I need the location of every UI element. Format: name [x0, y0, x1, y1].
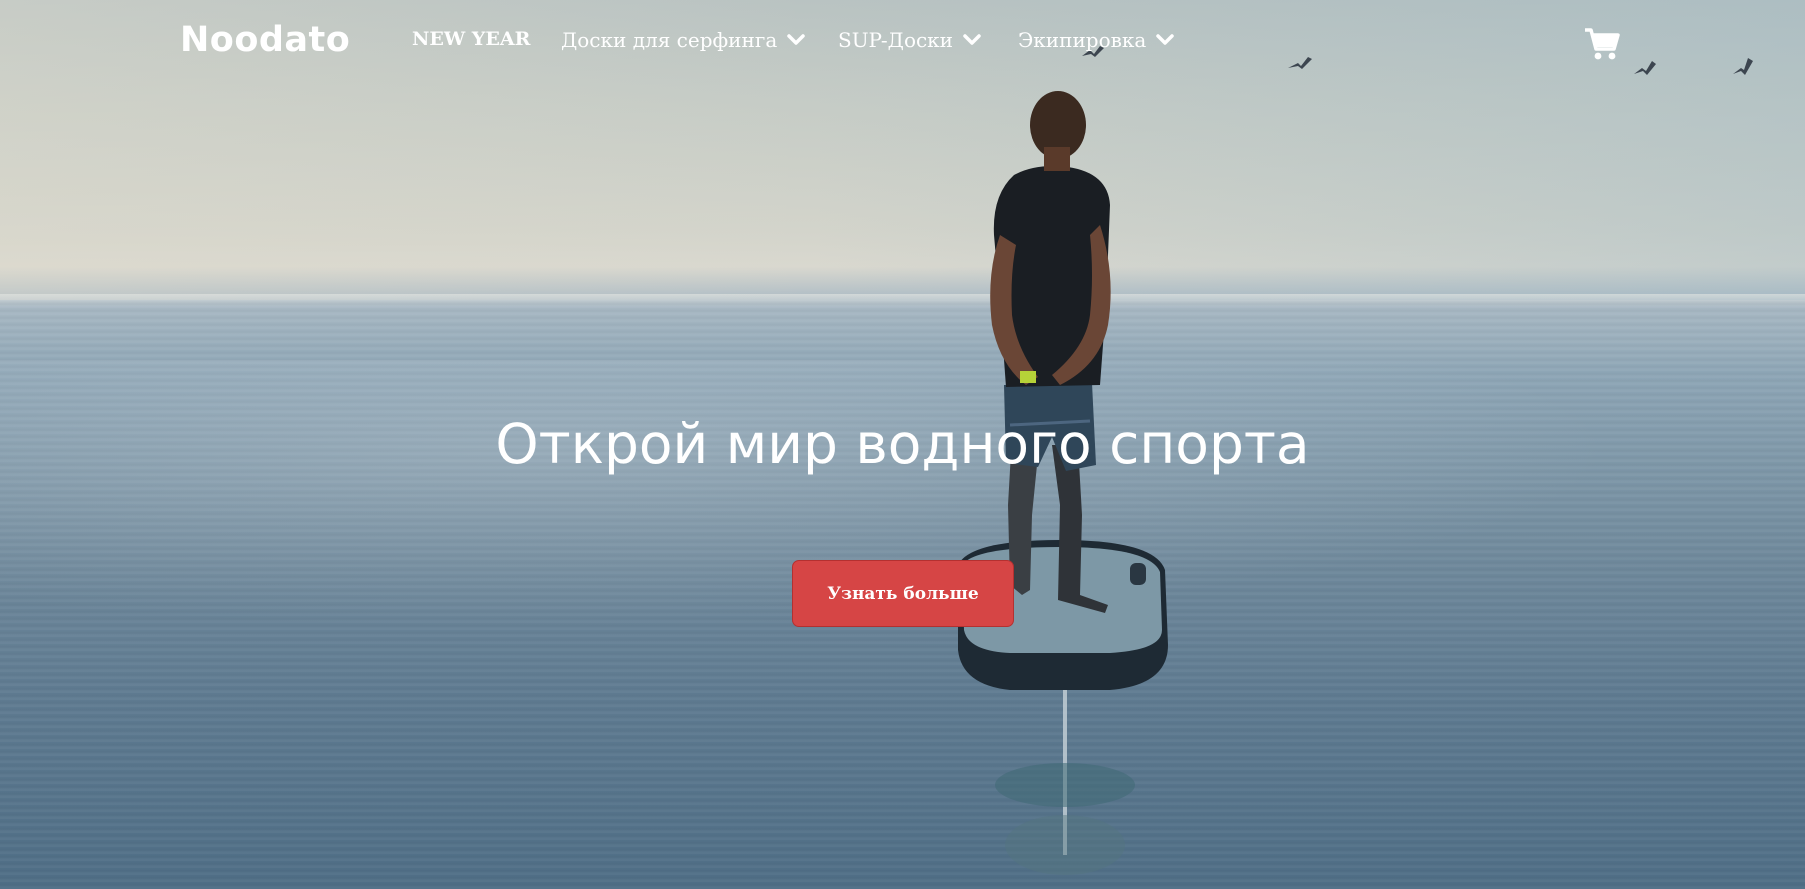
learn-more-button[interactable]: Узнать больше — [792, 560, 1014, 627]
shopping-cart-icon[interactable] — [1584, 27, 1620, 61]
nav-item-label: Экипировка — [1018, 28, 1147, 52]
hydrofoil-rider-image — [958, 91, 1168, 875]
main-navbar: Noodato NEW YEAR Доски для серфинга SUP-… — [0, 0, 1805, 82]
chevron-down-icon — [1156, 34, 1175, 45]
site-logo[interactable]: Noodato — [180, 20, 350, 60]
hero-headline: Открой мир водного спорта — [495, 412, 1310, 476]
nav-item-new-year[interactable]: NEW YEAR — [412, 28, 530, 50]
chevron-down-icon — [787, 34, 805, 45]
nav-item-equipment[interactable]: Экипировка — [1018, 28, 1175, 52]
nav-item-label: NEW YEAR — [412, 28, 531, 50]
nav-item-surfboards[interactable]: Доски для серфинга — [561, 28, 805, 52]
chevron-down-icon — [963, 34, 981, 45]
nav-item-label: Доски для серфинга — [561, 28, 778, 52]
nav-item-label: SUP-Доски — [838, 28, 954, 52]
hero-section: Noodato NEW YEAR Доски для серфинга SUP-… — [0, 0, 1805, 889]
nav-item-sup-boards[interactable]: SUP-Доски — [838, 28, 981, 52]
